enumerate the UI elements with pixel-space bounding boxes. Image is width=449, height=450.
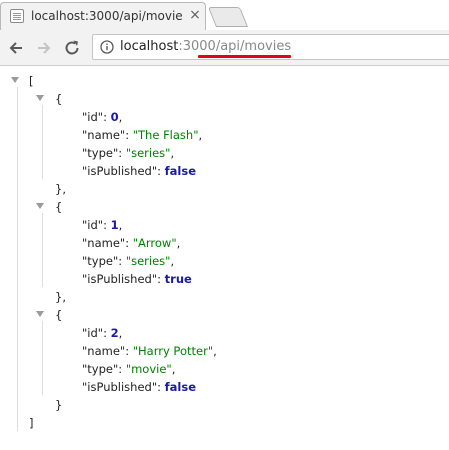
object-close: }, [55,182,66,196]
object-open: { [55,308,63,322]
reload-icon [65,40,79,55]
json-row: "isPublished": true [82,272,192,286]
collapse-toggle[interactable] [36,203,44,209]
tab-strip: localhost:3000/api/movie × [0,0,449,30]
back-button[interactable] [6,38,26,58]
toolbar: localhost:3000/api/movies [0,30,449,66]
json-key: "name" [82,236,126,250]
json-key: "isPublished" [82,380,158,394]
json-row: "name": "Arrow", [82,236,181,250]
object-open: { [55,200,63,214]
json-row: "isPublished": false [82,164,197,178]
json-row: "id": 0, [82,110,123,124]
browser-window: localhost:3000/api/movie × localhost:300… [0,0,449,450]
json-key: "type" [82,362,119,376]
url-path: :3000/api/movies [178,39,292,54]
indent-guide [42,213,43,287]
json-key: "type" [82,146,119,160]
json-row: "id": 2, [82,326,123,340]
collapse-toggle[interactable] [11,77,19,83]
json-value: "series" [125,254,171,268]
json-value: "The Flash" [132,128,199,142]
array-close: ] [29,416,34,430]
indent-guide [42,321,43,395]
json-row: "id": 1, [82,218,123,232]
json-key: "id" [82,326,104,340]
json-value: 0 [110,110,119,124]
json-row: "type": "movie", [82,362,176,376]
json-value: "Harry Potter" [132,344,214,358]
tab-active[interactable]: localhost:3000/api/movie × [0,2,206,30]
json-value: true [164,272,192,286]
json-key: "isPublished" [82,164,158,178]
new-tab-button[interactable] [207,7,249,27]
json-value: false [164,380,197,394]
arrow-right-icon [38,42,51,54]
json-row: "type": "series", [82,254,175,268]
info-icon[interactable] [100,40,114,54]
json-value: false [164,164,197,178]
json-key: "isPublished" [82,272,158,286]
json-row: "type": "series", [82,146,175,160]
collapse-toggle[interactable] [36,95,44,101]
indent-guide [17,87,18,431]
collapse-toggle[interactable] [36,311,44,317]
json-row: "name": "The Flash", [82,128,203,142]
json-row: "name": "Harry Potter", [82,344,217,358]
json-value: "movie" [125,362,172,376]
json-key: "type" [82,254,119,268]
json-viewer: [ { "id": 0, "name": "The Flash", "type"… [0,67,449,450]
close-icon[interactable]: × [188,8,202,22]
forward-button[interactable] [34,38,54,58]
array-open: [ [29,74,34,88]
url-host: localhost [120,39,179,54]
json-key: "name" [82,128,126,142]
url-highlight-underline [198,55,291,58]
json-value: "series" [125,146,171,160]
json-row: "isPublished": false [82,380,197,394]
arrow-left-icon [9,42,22,54]
tab-title: localhost:3000/api/movie [31,9,183,23]
json-key: "id" [82,110,104,124]
reload-button[interactable] [62,38,82,58]
page-icon [10,9,24,23]
object-open: { [55,92,63,106]
object-close: }, [55,290,66,304]
json-key: "id" [82,218,104,232]
json-value: 2 [110,326,119,340]
json-value: 1 [110,218,119,232]
object-close: } [55,398,63,412]
url-text[interactable]: localhost:3000/api/movies [120,39,291,54]
json-value: "Arrow" [132,236,177,250]
indent-guide [42,105,43,179]
json-key: "name" [82,344,126,358]
